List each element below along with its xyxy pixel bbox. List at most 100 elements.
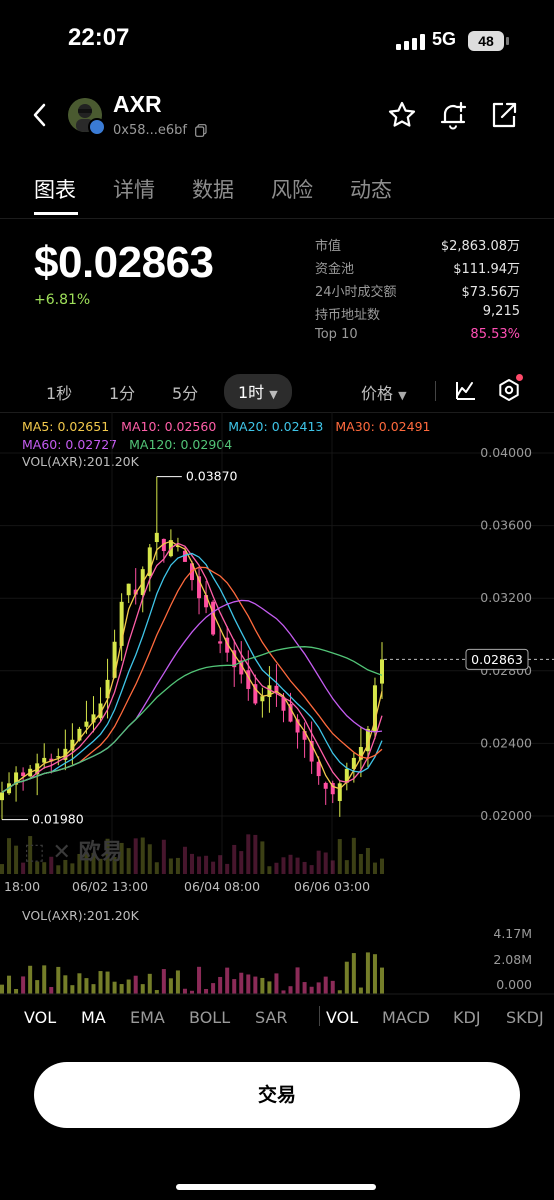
- interval-1h[interactable]: 1时 ▼: [224, 374, 292, 409]
- volume-bar: [161, 839, 166, 874]
- add-alert-icon[interactable]: [438, 100, 468, 130]
- volume-bar: [190, 853, 194, 874]
- volume-bar: [126, 979, 131, 994]
- stat-label-liquidity: 资金池: [315, 262, 355, 277]
- price-toggle[interactable]: 价格 ▼: [361, 380, 407, 404]
- price-tick-label: 0.02000: [480, 808, 532, 823]
- volume-bar: [302, 861, 307, 874]
- volume-bar: [204, 988, 209, 994]
- volume-bar: [239, 851, 244, 874]
- interval-1s[interactable]: 1秒: [46, 380, 72, 404]
- volume-chart[interactable]: 4.17M 2.08M 0.000: [0, 920, 554, 1000]
- volume-bar: [295, 967, 300, 994]
- volume-bar: [14, 989, 19, 994]
- candle-body: [380, 659, 384, 684]
- candle-body: [323, 782, 328, 789]
- price-axis: 0.040000.036000.032000.028000.024000.020…: [480, 445, 532, 823]
- volume-bar: [14, 845, 19, 874]
- volume-bar: [175, 970, 180, 994]
- chain-badge-icon: [88, 118, 106, 136]
- settings-icon[interactable]: [497, 378, 521, 402]
- volume-bar: [77, 973, 82, 994]
- time-tick-label: 06/06 03:00: [294, 879, 370, 894]
- indicator-sar[interactable]: SAR: [255, 1008, 288, 1027]
- price-tick-label: 0.03200: [480, 590, 532, 605]
- tab-chart[interactable]: 图表: [34, 174, 76, 204]
- indicator-vol[interactable]: VOL: [24, 1008, 56, 1027]
- candle-body: [211, 601, 216, 635]
- volume-bar: [140, 837, 145, 874]
- volume-bar: [344, 961, 349, 994]
- volume-bar: [7, 975, 12, 994]
- candle-body: [154, 532, 159, 543]
- high-price-label: 0.03870: [186, 469, 238, 484]
- star-icon[interactable]: [387, 100, 417, 130]
- volume-bar: [260, 977, 265, 994]
- volume-bar: [154, 990, 159, 994]
- indicator-ma[interactable]: MA: [81, 1008, 106, 1027]
- volume-bar: [84, 978, 89, 994]
- volume-bar: [337, 839, 342, 874]
- divider: [0, 218, 554, 219]
- volume-bar: [246, 974, 251, 994]
- volume-bar: [274, 862, 279, 874]
- watermark-text: 欧易: [78, 840, 123, 865]
- volume-bar: [182, 988, 187, 994]
- volume-bar: [316, 850, 321, 874]
- indicator-kdj[interactable]: KDJ: [453, 1008, 481, 1027]
- volume-bar: [239, 972, 244, 994]
- indicator-sub-vol[interactable]: VOL: [326, 1008, 358, 1027]
- volume-bar: [260, 841, 265, 874]
- volume-bar: [380, 858, 384, 874]
- stat-value-liquidity: $111.94万: [453, 262, 520, 277]
- volume-bar: [35, 980, 40, 994]
- volume-bar: [232, 844, 237, 874]
- volume-bar: [372, 954, 377, 994]
- volume-bar: [330, 980, 335, 994]
- stat-value-holders: 9,215: [482, 304, 520, 319]
- volume-bar: [253, 834, 258, 874]
- indicator-boll[interactable]: BOLL: [189, 1008, 230, 1027]
- indicator-chart-icon[interactable]: [454, 378, 478, 402]
- volume-bar: [154, 862, 159, 874]
- home-indicator[interactable]: [176, 1184, 376, 1190]
- interval-5m[interactable]: 5分: [172, 380, 198, 404]
- volume-bar: [302, 982, 307, 994]
- volume-bar: [161, 969, 166, 994]
- watermark: ⬚ ✕ 欧易: [24, 834, 123, 866]
- share-icon[interactable]: [489, 100, 519, 130]
- copy-icon[interactable]: [195, 124, 207, 137]
- candle-body: [337, 783, 342, 802]
- volume-bar: [56, 865, 61, 874]
- volume-bar: [0, 864, 4, 874]
- status-time: 22:07: [68, 24, 130, 51]
- price-chart[interactable]: 0.040000.036000.032000.028000.024000.020…: [0, 412, 554, 902]
- tab-activity[interactable]: 动态: [350, 174, 392, 204]
- volume-bar: [98, 971, 103, 994]
- volume-bar: [28, 965, 33, 994]
- tab-risk[interactable]: 风险: [271, 174, 313, 204]
- stat-value-24h-volume: $73.56万: [461, 285, 521, 300]
- tab-details[interactable]: 详情: [113, 174, 155, 204]
- volume-bar: [168, 858, 173, 874]
- indicator-macd[interactable]: MACD: [382, 1008, 430, 1027]
- indicator-ema[interactable]: EMA: [130, 1008, 165, 1027]
- token-name: AXR: [113, 91, 162, 117]
- volume-bar: [0, 984, 4, 994]
- volume-bar: [351, 837, 356, 874]
- back-icon[interactable]: [28, 100, 52, 130]
- indicator-skdj[interactable]: SKDJ: [506, 1008, 544, 1027]
- time-tick-label: 18:00: [4, 879, 40, 894]
- stat-label-24h-volume: 24小时成交额: [315, 285, 397, 300]
- interval-1m[interactable]: 1分: [109, 380, 135, 404]
- volume-bar: [309, 986, 314, 994]
- price-toggle-label: 价格: [361, 384, 394, 403]
- dropdown-caret-icon: ▼: [398, 389, 407, 402]
- trade-button[interactable]: 交易: [34, 1062, 520, 1128]
- volume-bar: [225, 967, 230, 994]
- price-tick-label: 0.03600: [480, 518, 532, 533]
- volume-bar: [358, 987, 363, 994]
- volume-bar: [309, 865, 314, 874]
- volume-bar: [175, 857, 180, 874]
- tab-data[interactable]: 数据: [192, 174, 234, 204]
